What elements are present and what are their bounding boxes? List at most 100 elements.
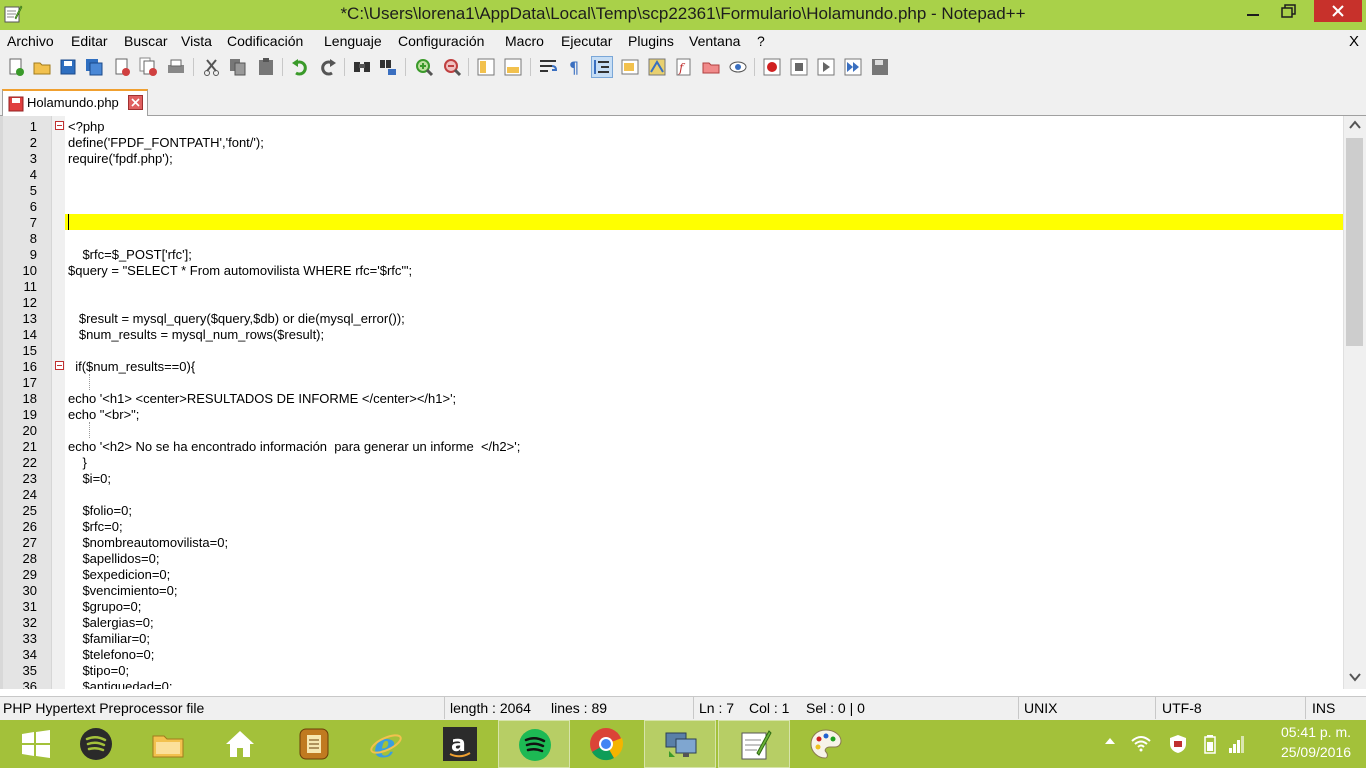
close-tab-icon[interactable]	[128, 95, 143, 110]
play-macro-icon[interactable]	[816, 57, 836, 77]
network-signal-icon[interactable]	[1228, 734, 1246, 754]
clock-date[interactable]: 25/09/2016	[1266, 744, 1366, 760]
wifi-icon[interactable]	[1130, 734, 1152, 752]
code-line[interactable]: 1 <?php	[30, 118, 1343, 134]
menu-vista[interactable]: Vista	[181, 33, 212, 49]
code-line[interactable]: 26 $rfc=0;	[23, 518, 1343, 534]
code-line[interactable]: 21 echo '<h2> No se ha encontrado informa…	[23, 438, 1343, 454]
code-line[interactable]: 20	[23, 422, 1343, 438]
taskbar-remote-desktop[interactable]	[644, 720, 716, 768]
code-line[interactable]: 16 if($num_results==0){	[23, 358, 1343, 374]
user-lang-icon[interactable]	[620, 57, 640, 77]
taskbar-amazon[interactable]: a	[424, 720, 496, 768]
code-line[interactable]: 18 echo '<h1> <center>RESULTADOS DE INFOR…	[23, 390, 1343, 406]
code-line[interactable]: 31 $grupo=0;	[23, 598, 1343, 614]
close-window-button[interactable]	[1314, 0, 1362, 22]
undo-icon[interactable]	[290, 57, 310, 77]
clock-time[interactable]: 05:41 p. m.	[1266, 724, 1366, 740]
taskbar-file-explorer[interactable]	[132, 720, 204, 768]
sync-horizontal-icon[interactable]	[503, 57, 523, 77]
code-line[interactable]: 9 $rfc=$_POST['rfc'];	[30, 246, 1343, 262]
copy-icon[interactable]	[228, 57, 248, 77]
menu-lenguaje[interactable]: Lenguaje	[324, 33, 382, 49]
taskbar-paint[interactable]	[790, 720, 862, 768]
scroll-down-arrow-icon[interactable]	[1348, 672, 1362, 682]
word-wrap-icon[interactable]	[538, 57, 558, 77]
indent-guide-icon[interactable]	[591, 56, 613, 78]
code-line[interactable]: 2 define('FPDF_FONTPATH','font/');	[30, 134, 1343, 150]
code-line[interactable]: 27 $nombreautomovilista=0;	[23, 534, 1343, 550]
battery-icon[interactable]	[1204, 734, 1218, 754]
fold-toggle-icon[interactable]	[55, 121, 64, 130]
close-file-icon[interactable]	[112, 57, 132, 77]
code-line[interactable]: 22 }	[23, 454, 1343, 470]
current-code-line[interactable]: 7	[30, 214, 1343, 230]
doc-map-icon[interactable]	[647, 57, 667, 77]
scroll-up-arrow-icon[interactable]	[1348, 120, 1362, 130]
close-all-icon[interactable]	[138, 57, 158, 77]
show-hidden-icons-icon[interactable]	[1104, 734, 1116, 748]
zoom-in-icon[interactable]	[414, 57, 434, 77]
print-icon[interactable]	[166, 57, 186, 77]
save-icon[interactable]	[58, 57, 78, 77]
code-line[interactable]: 34 $telefono=0;	[23, 646, 1343, 662]
code-line[interactable]: 32 $alergias=0;	[23, 614, 1343, 630]
new-file-icon[interactable]	[6, 57, 26, 77]
code-line[interactable]: 33 $familiar=0;	[23, 630, 1343, 646]
zoom-out-icon[interactable]	[442, 57, 462, 77]
run-macro-multiple-icon[interactable]	[843, 57, 863, 77]
restore-button[interactable]	[1274, 0, 1304, 24]
code-line[interactable]: 6	[30, 198, 1343, 214]
close-document-x[interactable]: X	[1349, 33, 1359, 50]
fold-toggle-icon[interactable]	[55, 361, 64, 370]
menu-configuracion[interactable]: Configuración	[398, 33, 484, 49]
code-line[interactable]: 35 $tipo=0;	[23, 662, 1343, 678]
code-line[interactable]: 12	[23, 294, 1343, 310]
code-line[interactable]: 15	[23, 342, 1343, 358]
redo-icon[interactable]	[318, 57, 338, 77]
function-list-icon[interactable]: f	[674, 57, 694, 77]
fold-margin[interactable]	[51, 116, 65, 689]
minimize-button[interactable]	[1238, 0, 1268, 24]
code-line[interactable]: 30 $vencimiento=0;	[23, 582, 1343, 598]
code-area[interactable]: 1 <?php 2 define('FPDF_FONTPATH','font/'); 3…	[23, 116, 1343, 689]
code-line[interactable]: 4	[30, 166, 1343, 182]
menu-archivo[interactable]: Archivo	[7, 33, 54, 49]
scrollbar-thumb[interactable]	[1346, 138, 1363, 346]
stop-record-icon[interactable]	[789, 57, 809, 77]
taskbar-spotify[interactable]	[60, 720, 132, 768]
record-macro-icon[interactable]	[762, 57, 782, 77]
code-line[interactable]: 13 $result = mysql_query($query,$db) or …	[23, 310, 1343, 326]
save-all-icon[interactable]	[84, 57, 104, 77]
code-line[interactable]: 25 $folio=0;	[23, 502, 1343, 518]
code-line[interactable]: 5	[30, 182, 1343, 198]
menu-codificacion[interactable]: Codificación	[227, 33, 303, 49]
code-line[interactable]: 36 $antiguedad=0;	[23, 678, 1343, 689]
menu-ventana[interactable]: Ventana	[689, 33, 740, 49]
folder-workspace-icon[interactable]	[701, 57, 721, 77]
sync-vertical-icon[interactable]	[476, 57, 496, 77]
code-line[interactable]: 10 $query = "SELECT * From automovilista …	[23, 262, 1343, 278]
code-line[interactable]: 23 $i=0;	[23, 470, 1343, 486]
menu-plugins[interactable]: Plugins	[628, 33, 674, 49]
code-line[interactable]: 28 $apellidos=0;	[23, 550, 1343, 566]
paste-icon[interactable]	[256, 57, 276, 77]
menu-editar[interactable]: Editar	[71, 33, 108, 49]
taskbar-home[interactable]	[204, 720, 276, 768]
code-line[interactable]: 3 require('fpdf.php');	[30, 150, 1343, 166]
code-line[interactable]: 17	[23, 374, 1343, 390]
menu-macro[interactable]: Macro	[505, 33, 544, 49]
security-shield-icon[interactable]	[1168, 734, 1188, 754]
code-editor[interactable]: 1 <?php 2 define('FPDF_FONTPATH','font/'); 3…	[0, 116, 1366, 689]
code-line[interactable]: 29 $expedicion=0;	[23, 566, 1343, 582]
save-macro-icon[interactable]	[870, 57, 890, 77]
cut-icon[interactable]	[202, 57, 222, 77]
code-line[interactable]: 8	[30, 230, 1343, 246]
find-icon[interactable]	[352, 57, 372, 77]
taskbar-internet-explorer[interactable]: e	[350, 720, 422, 768]
taskbar-chrome[interactable]	[570, 720, 642, 768]
replace-icon[interactable]	[378, 57, 398, 77]
tab-holamundo[interactable]: Holamundo.php	[2, 89, 148, 116]
menu-buscar[interactable]: Buscar	[124, 33, 168, 49]
vertical-scrollbar[interactable]	[1343, 116, 1366, 689]
